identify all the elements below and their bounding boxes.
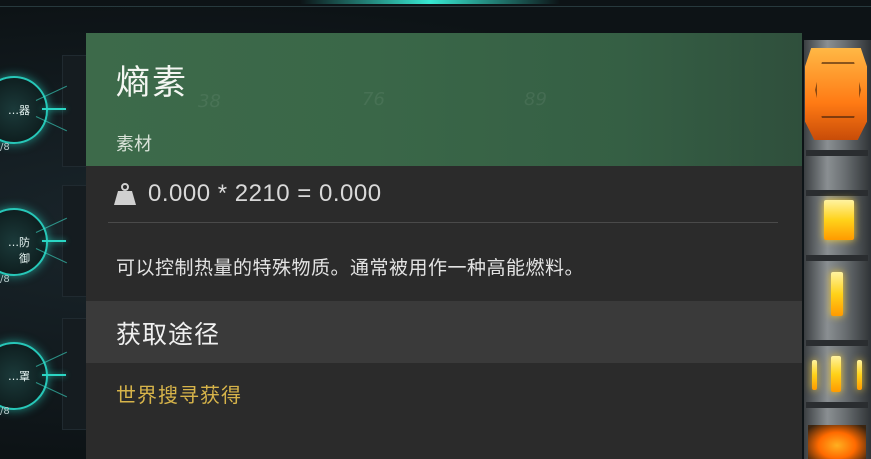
watermark-number: 76: [362, 89, 385, 110]
tower-light: [812, 360, 817, 390]
tower-light: [824, 200, 854, 240]
source-section-title: 获取途径: [116, 320, 221, 349]
tower-band: [806, 340, 868, 346]
skill-branch: [42, 374, 66, 376]
tower-light: [831, 272, 843, 316]
top-glow-line: [300, 0, 560, 4]
weight-stat-row: 0.000 * 2210 = 0.000: [86, 166, 802, 222]
item-name: 熵素: [116, 63, 188, 103]
tooltip-header: 38 76 89 熵素 素材: [86, 33, 802, 166]
skill-node-count: /8: [0, 142, 10, 153]
tower-band: [806, 402, 868, 408]
item-type: 素材: [116, 134, 152, 155]
weight-icon: [113, 182, 137, 206]
header-watermark: 38 76 89: [86, 33, 802, 166]
skill-branch: [42, 108, 66, 110]
item-tooltip: 38 76 89 熵素 素材 0.000 * 2210 = 0.000 可以控制…: [86, 33, 802, 459]
source-item-link[interactable]: 世界搜寻获得: [116, 379, 242, 408]
item-description: 可以控制热量的特殊物质。通常被用作一种高能燃料。: [116, 257, 585, 279]
game-screen: …器 /8 …防御 /8 …罩 /8 38 76 89 熵素 素材 0.000 …: [0, 0, 871, 459]
tower-band: [806, 190, 868, 196]
watermark-number: 89: [524, 89, 547, 110]
watermark-number: 38: [198, 91, 221, 112]
divider: [108, 222, 778, 223]
tower-cap-frame: [815, 62, 861, 118]
skill-node-label: …防御: [8, 236, 30, 265]
weight-stat-text: 0.000 * 2210 = 0.000: [148, 180, 382, 207]
skill-node-label: …罩: [8, 370, 30, 383]
tower-base: [808, 425, 866, 459]
skill-node-label: …器: [8, 104, 30, 117]
skill-node-count: /8: [0, 274, 10, 285]
tower-light: [857, 360, 862, 390]
skill-node-count: /8: [0, 406, 10, 417]
tower-band: [806, 150, 868, 156]
tower-light: [831, 356, 841, 392]
skill-branch: [42, 240, 66, 242]
top-divider-line: [0, 6, 871, 7]
tower-band: [806, 255, 868, 261]
source-section-header: 获取途径: [86, 301, 802, 363]
